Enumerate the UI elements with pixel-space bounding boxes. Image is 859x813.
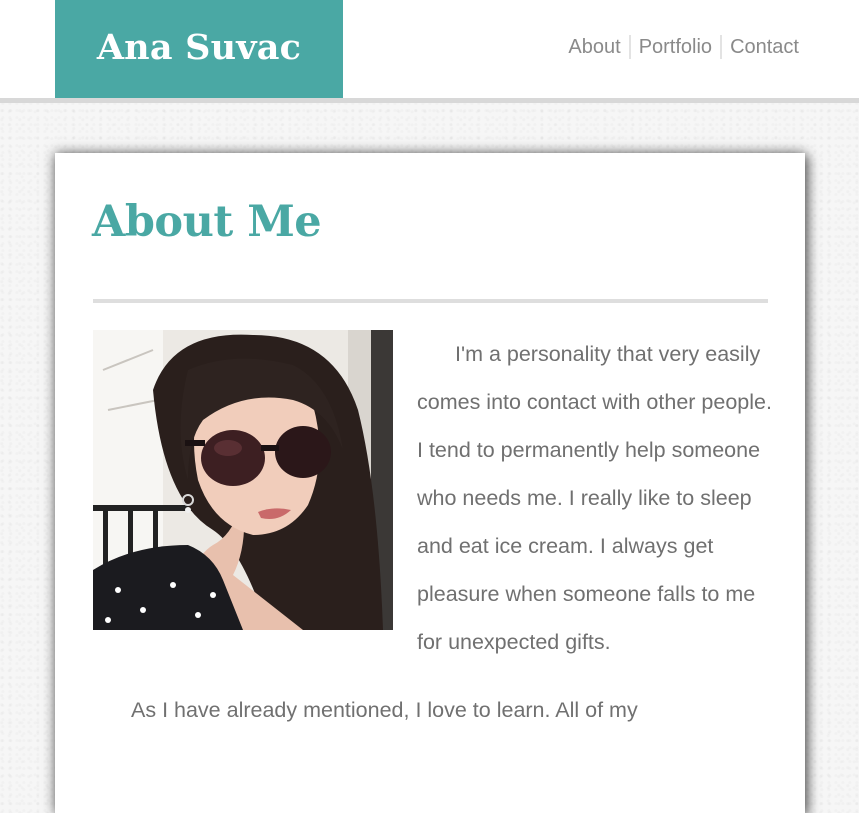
site-logo[interactable]: Ana Suvac [55,0,343,98]
site-header: Ana Suvac About Portfolio Contact [0,0,859,103]
site-title[interactable]: Ana Suvac [97,27,301,68]
main-nav: About Portfolio Contact [560,34,799,60]
content-card: About Me I'm a personality that very eas… [55,153,805,813]
profile-photo-image [93,330,393,630]
profile-photo [93,330,393,630]
nav-link-about[interactable]: About [560,34,628,60]
page-title: About Me [92,197,322,247]
nav-link-contact[interactable]: Contact [722,34,799,60]
nav-link-portfolio[interactable]: Portfolio [631,34,720,60]
about-article: I'm a personality that very easily comes… [93,330,773,734]
title-divider [93,299,768,303]
about-paragraph-2: As I have already mentioned, I love to l… [131,698,638,722]
